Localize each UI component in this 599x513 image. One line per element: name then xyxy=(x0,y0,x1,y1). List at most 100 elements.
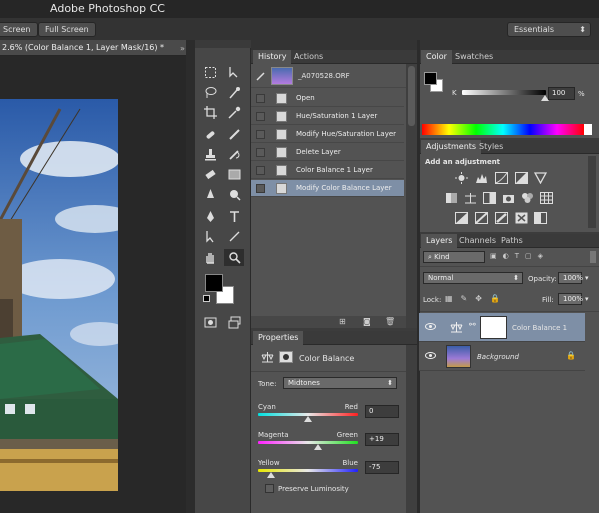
slider-value-field[interactable]: 0 xyxy=(365,405,399,418)
history-snapshot-row[interactable]: _A070528.ORF xyxy=(251,64,406,88)
move-tool-icon[interactable] xyxy=(224,64,244,81)
history-source-checkbox[interactable] xyxy=(256,148,265,157)
history-item[interactable]: Modify Hue/Saturation Layer xyxy=(251,126,404,143)
color-lookup-icon[interactable] xyxy=(540,192,553,204)
history-brush-tool-icon[interactable] xyxy=(224,146,244,163)
link-icon[interactable]: ⚯ xyxy=(469,320,477,334)
document-tab[interactable]: 2.6% (Color Balance 1, Layer Mask/16) * xyxy=(0,40,186,56)
history-item[interactable]: Open xyxy=(251,90,404,107)
brightness-contrast-icon[interactable] xyxy=(455,172,468,184)
history-item[interactable]: Color Balance 1 Layer xyxy=(251,162,404,179)
exposure-icon[interactable] xyxy=(515,172,528,184)
history-source-checkbox[interactable] xyxy=(256,94,265,103)
lasso-tool-icon[interactable] xyxy=(200,84,220,101)
color-foreground[interactable] xyxy=(424,72,437,85)
history-source-checkbox[interactable] xyxy=(256,130,265,139)
eye-icon[interactable] xyxy=(425,352,436,359)
clone-stamp-tool-icon[interactable] xyxy=(200,146,220,163)
workspace-dropdown[interactable]: Essentials ⬍ xyxy=(507,22,591,37)
tab-channels[interactable]: Channels xyxy=(454,234,501,248)
crop-tool-icon[interactable] xyxy=(200,104,220,121)
color-spectrum-bar[interactable] xyxy=(422,124,584,135)
collapse-panels-icon[interactable]: » xyxy=(180,44,185,53)
vibrance-icon[interactable] xyxy=(533,172,548,185)
tab-paths[interactable]: Paths xyxy=(496,234,528,248)
black-white-icon[interactable] xyxy=(483,192,496,204)
slider-value-field[interactable]: +19 xyxy=(365,433,399,446)
slider-track[interactable] xyxy=(258,441,358,444)
type-tool-icon[interactable] xyxy=(224,208,244,225)
eraser-tool-icon[interactable] xyxy=(200,166,220,183)
foreground-color-swatch[interactable] xyxy=(205,274,223,292)
filter-toggle[interactable] xyxy=(590,251,596,263)
layer-filter-icons[interactable]: ▣◐T▢◈ xyxy=(490,252,585,262)
selective-color-icon[interactable] xyxy=(515,212,528,224)
tab-adjustments[interactable]: Adjustments xyxy=(421,140,482,154)
marquee-tool-icon[interactable] xyxy=(200,64,220,81)
tab-layers[interactable]: Layers xyxy=(421,234,458,248)
layer-row-color-balance[interactable]: ⚯ Color Balance 1 xyxy=(419,313,585,342)
zoom-tool-icon[interactable] xyxy=(224,249,244,266)
filter-kind-dropdown[interactable]: ⌕ Kind xyxy=(423,251,485,263)
new-document-from-state-icon[interactable]: ⊞ xyxy=(339,317,352,329)
quick-selection-tool-icon[interactable] xyxy=(224,84,244,101)
tab-properties[interactable]: Properties xyxy=(253,331,304,345)
photo-filter-icon[interactable] xyxy=(502,192,515,204)
white-swatch[interactable] xyxy=(584,124,592,135)
lock-icons[interactable]: ▦✎✥🔒 xyxy=(445,294,508,303)
fullscreen-button[interactable]: Full Screen xyxy=(38,22,96,37)
invert-icon[interactable] xyxy=(455,212,468,224)
tab-styles[interactable]: Styles xyxy=(474,140,508,154)
hand-tool-icon[interactable] xyxy=(200,249,220,266)
slider-thumb[interactable] xyxy=(304,416,312,422)
history-item[interactable]: Hue/Saturation 1 Layer xyxy=(251,108,404,125)
adjustments-scrollbar[interactable] xyxy=(588,156,596,228)
color-balance-adj-icon[interactable] xyxy=(464,192,477,204)
hue-saturation-icon[interactable] xyxy=(445,192,458,204)
document-canvas[interactable] xyxy=(0,56,186,513)
screen-button[interactable]: Screen xyxy=(0,22,38,37)
tab-swatches[interactable]: Swatches xyxy=(450,50,498,64)
screen-mode-icon[interactable] xyxy=(224,314,244,331)
eye-icon[interactable] xyxy=(425,323,436,330)
trash-icon[interactable]: 🗑 xyxy=(385,317,398,329)
preserve-luminosity-checkbox[interactable] xyxy=(265,484,274,493)
history-source-checkbox[interactable] xyxy=(256,184,265,193)
levels-icon[interactable] xyxy=(475,172,488,184)
dodge-tool-icon[interactable] xyxy=(224,186,244,203)
scroll-thumb[interactable] xyxy=(408,66,415,126)
layer-row-background[interactable]: Background 🔒 xyxy=(419,342,585,371)
brush-tool-icon[interactable] xyxy=(224,126,244,143)
properties-scrollbar[interactable] xyxy=(406,345,417,513)
channel-mixer-icon[interactable] xyxy=(521,192,534,204)
tab-history[interactable]: History xyxy=(253,50,292,64)
opacity-field[interactable]: 100% xyxy=(558,272,583,284)
history-scrollbar[interactable] xyxy=(406,64,417,328)
blur-tool-icon[interactable] xyxy=(200,186,220,203)
quick-mask-icon[interactable] xyxy=(200,314,220,331)
gradient-tool-icon[interactable] xyxy=(224,166,244,183)
fill-field[interactable]: 100% xyxy=(558,293,583,305)
history-item[interactable]: Delete Layer xyxy=(251,144,404,161)
slider-value-field[interactable]: -75 xyxy=(365,461,399,474)
line-tool-icon[interactable] xyxy=(224,228,244,245)
chevron-down-icon[interactable]: ▾ xyxy=(585,274,589,282)
curves-icon[interactable] xyxy=(495,172,508,184)
eyedropper-tool-icon[interactable] xyxy=(224,104,244,121)
posterize-icon[interactable] xyxy=(475,212,488,224)
gradient-map-icon[interactable] xyxy=(534,212,547,224)
slider-thumb[interactable] xyxy=(313,444,322,450)
layer-mask-thumbnail[interactable] xyxy=(480,316,507,339)
healing-brush-tool-icon[interactable] xyxy=(200,126,220,143)
k-value-field[interactable]: 100 xyxy=(548,87,575,100)
path-selection-tool-icon[interactable] xyxy=(200,228,220,245)
blend-mode-dropdown[interactable]: Normal ⬍ xyxy=(423,272,523,284)
default-colors-icon[interactable] xyxy=(203,295,210,302)
chevron-down-icon[interactable]: ▾ xyxy=(585,295,589,303)
slider-thumb[interactable] xyxy=(266,472,275,478)
camera-icon[interactable]: ◙ xyxy=(363,317,376,329)
history-item[interactable]: Modify Color Balance Layer xyxy=(251,180,404,197)
k-slider-track[interactable] xyxy=(462,90,546,95)
history-source-checkbox[interactable] xyxy=(256,166,265,175)
history-source-checkbox[interactable] xyxy=(256,112,265,121)
